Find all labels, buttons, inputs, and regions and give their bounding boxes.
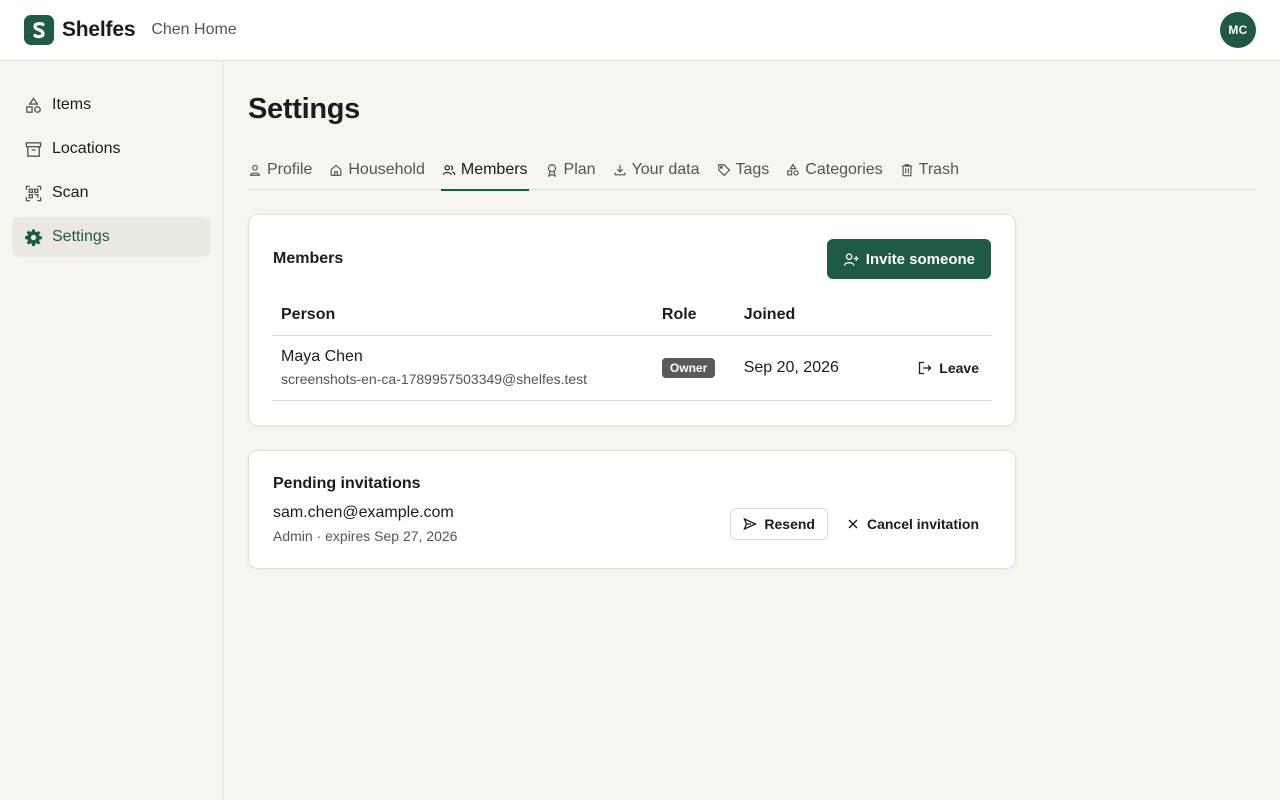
page-title: Settings [248,93,360,125]
leave-label: Leave [939,359,979,376]
table-row: Maya Chen screenshots-en-ca-178995750334… [273,335,991,401]
sidebar-item-scan[interactable]: Scan [12,173,211,213]
sidebar-item-label: Items [52,96,92,113]
tab-label: Categories [805,161,883,178]
tab-label: Members [460,161,528,178]
send-icon [743,517,758,530]
tab-trash[interactable]: Trash [900,150,976,190]
column-header-person: Person [273,295,654,336]
tab-plan[interactable]: Plan [545,150,613,190]
members-table: Person Role Joined Maya Chen screenshots… [273,295,991,401]
tab-label: Trash [918,161,959,178]
sidebar: Items Locations Scan Settings [0,61,224,800]
tab-label: Household [348,161,425,178]
person-cell: Maya Chen screenshots-en-ca-178995750334… [273,335,654,401]
tab-label: Tags [735,161,770,178]
members-card: Members Invite someone Person Role Joine… [248,214,1016,426]
tab-tags[interactable]: Tags [717,150,787,190]
tab-your-data[interactable]: Your data [613,150,717,190]
pending-invitations-card: Pending invitations sam.chen@example.com… [248,449,1016,569]
top-bar: Shelfes Chen Home MC [0,0,1280,61]
log-out-icon [919,361,932,374]
settings-tabs: Profile Household Members Plan Your data… [248,150,1256,191]
sidebar-item-settings[interactable]: Settings [12,217,211,257]
main-content: Settings Profile Household Members Plan … [248,61,1256,569]
tag-icon [717,164,730,177]
cancel-label: Cancel invitation [866,515,979,532]
tab-categories[interactable]: Categories [786,150,899,190]
sidebar-item-items[interactable]: Items [12,85,211,125]
shapes-icon [787,163,800,176]
pending-title: Pending invitations [273,474,421,492]
qr-scan-icon [25,185,42,201]
list-item: sam.chen@example.com Admin · expires Sep… [273,504,991,544]
invitation-meta: Admin · expires Sep 27, 2026 [273,527,458,544]
tab-label: Plan [563,161,596,178]
users-icon [442,165,456,175]
invite-label: Invite someone [865,250,975,268]
household-name[interactable]: Chen Home [151,21,236,39]
role-badge: Owner [661,357,716,378]
column-header-actions [884,295,991,336]
cancel-invitation-button[interactable]: Cancel invitation [842,510,983,538]
tab-label: Your data [631,161,700,178]
close-icon [848,519,858,528]
brand-name[interactable]: Shelfes [62,18,136,42]
member-email: screenshots-en-ca-1789957503349@shelfes.… [281,371,588,387]
resend-label: Resend [764,515,815,532]
tab-profile[interactable]: Profile [248,150,329,190]
user-plus-icon [843,252,859,266]
sidebar-item-label: Settings [52,228,110,245]
gear-icon [25,228,42,246]
logo-icon[interactable] [24,15,54,45]
sidebar-item-label: Locations [52,140,121,157]
sidebar-item-locations[interactable]: Locations [12,129,211,169]
archive-box-icon [25,141,42,157]
invitation-email: sam.chen@example.com [273,503,454,521]
tab-members[interactable]: Members [440,150,545,191]
invite-someone-button[interactable]: Invite someone [826,239,991,279]
user-icon [250,164,260,176]
download-icon [614,164,625,176]
actions-cell: Leave [884,335,991,401]
sidebar-item-label: Scan [52,184,89,201]
members-title: Members [273,250,344,267]
resend-button[interactable]: Resend [730,507,828,540]
home-icon [330,164,342,176]
shapes-icon [26,96,41,113]
avatar[interactable]: MC [1220,12,1256,48]
tab-household[interactable]: Household [329,150,442,190]
role-cell: Owner [653,335,736,401]
member-name: Maya Chen [281,348,363,365]
joined-date: Sep 20, 2026 [735,335,885,401]
award-icon [547,164,556,177]
trash-icon [901,164,912,177]
column-header-joined: Joined [735,295,885,336]
column-header-role: Role [653,295,736,336]
tab-label: Profile [267,161,313,178]
leave-button[interactable]: Leave [914,354,983,382]
